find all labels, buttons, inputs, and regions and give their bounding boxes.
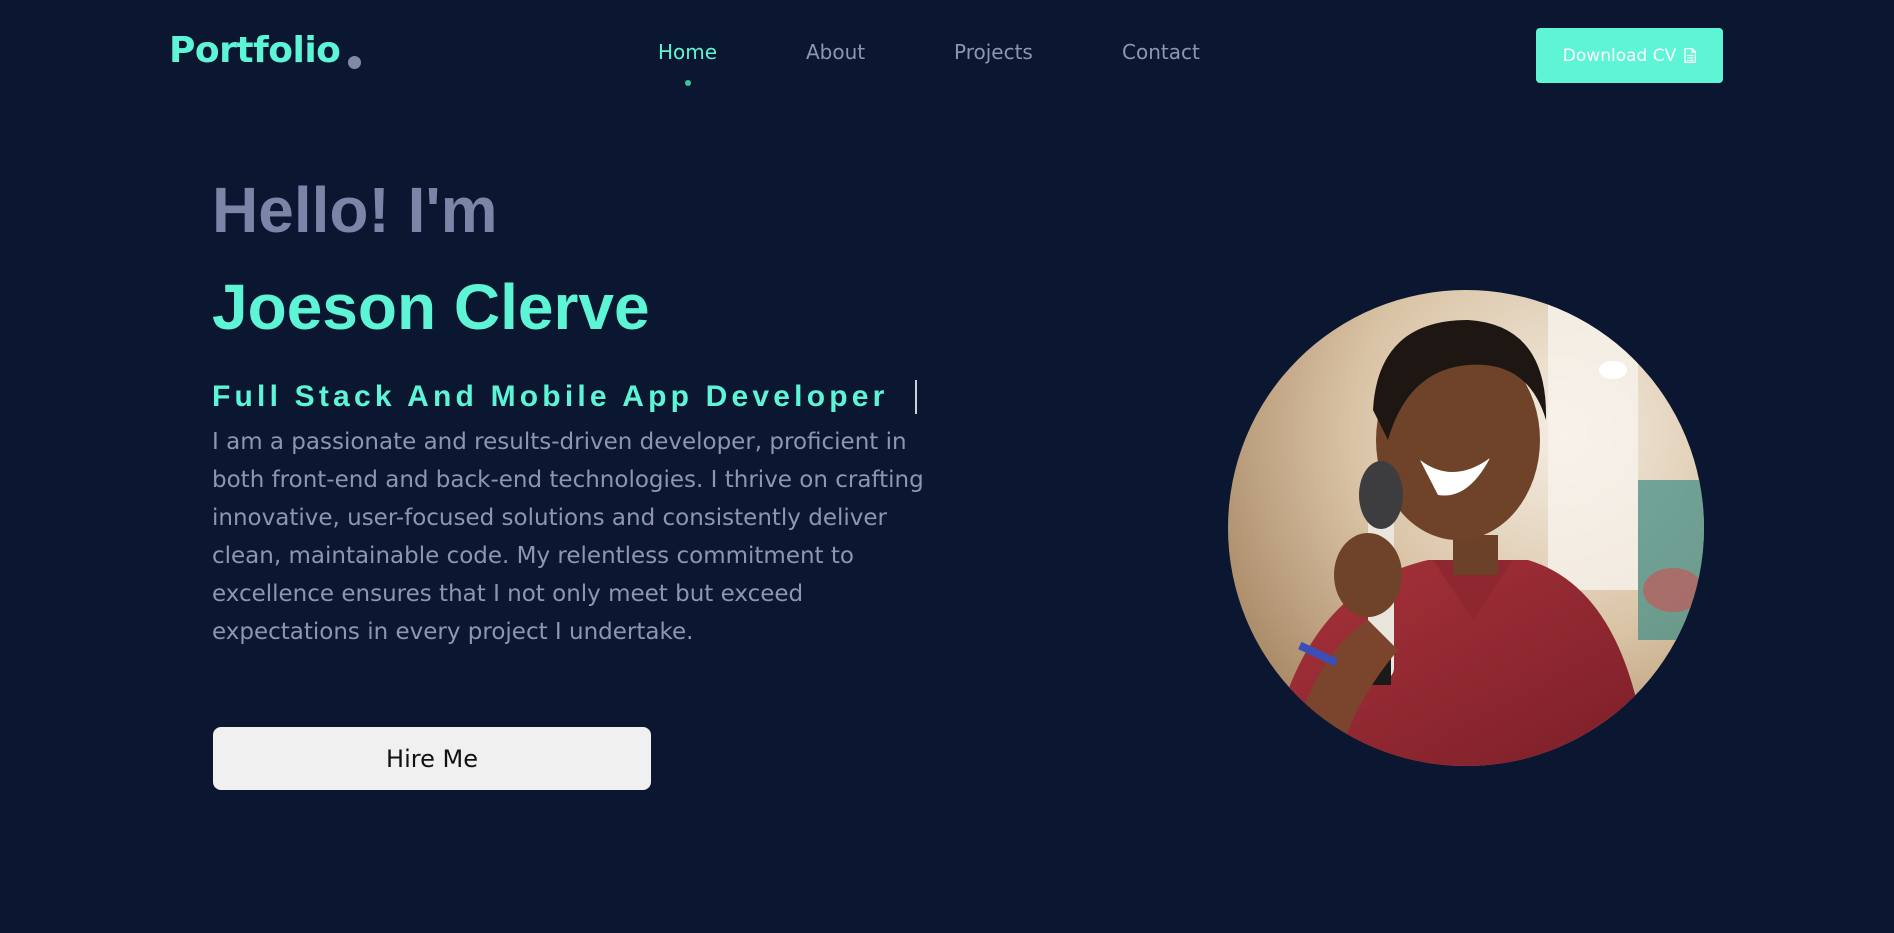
nav-link-contact[interactable]: Contact	[1122, 40, 1200, 64]
nav-link-label: Contact	[1122, 40, 1200, 64]
top-navbar: Portfolio Home About Projects Contact Do…	[0, 0, 1894, 112]
hire-me-button[interactable]: Hire Me	[213, 727, 651, 790]
document-icon	[1684, 48, 1697, 63]
typing-caret	[914, 380, 917, 414]
nav-link-label: About	[806, 40, 866, 64]
nav-link-label: Projects	[954, 40, 1033, 64]
nav-link-label: Home	[658, 40, 718, 64]
nav-link-about[interactable]: About	[806, 40, 865, 64]
nav-link-projects[interactable]: Projects	[954, 40, 1033, 64]
nav-link-home[interactable]: Home	[658, 40, 718, 86]
hero-name: Joeson Clerve	[212, 271, 650, 343]
profile-photo-image	[1228, 290, 1704, 766]
download-cv-label: Download CV	[1562, 45, 1677, 66]
hero-role: Full Stack And Mobile App Developer	[212, 380, 917, 414]
hero-role-text: Full Stack And Mobile App Developer	[212, 380, 889, 413]
active-indicator	[684, 80, 691, 86]
download-cv-button[interactable]: Download CV	[1536, 28, 1723, 83]
profile-photo	[1228, 290, 1704, 766]
hero-description: I am a passionate and results-driven dev…	[212, 429, 924, 645]
hero-greeting: Hello! I'm	[212, 174, 498, 246]
